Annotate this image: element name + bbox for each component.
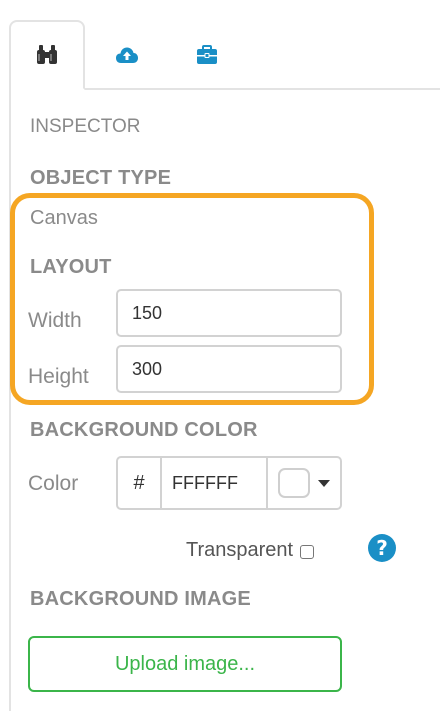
background-image-heading: BACKGROUND IMAGE [30,588,251,610]
object-type-heading: OBJECT TYPE [30,167,172,189]
background-color-heading: BACKGROUND COLOR [30,419,258,441]
transparent-checkbox[interactable] [300,544,315,559]
color-label: Color [28,472,79,495]
tab-toolbox[interactable] [170,20,244,90]
height-input[interactable] [116,345,342,393]
caret-down-icon [318,479,330,487]
inspector-title: INSPECTOR [30,116,141,137]
help-icon[interactable]: ? [368,534,396,562]
width-label: Width [28,309,82,332]
panel-left-border [9,88,11,711]
tab-strip [0,0,440,90]
transparent-row: Transparent [186,536,315,564]
color-swatch-dropdown[interactable] [266,456,342,510]
height-label: Height [28,365,89,388]
object-type-value: Canvas [30,207,98,229]
width-input[interactable] [116,289,342,337]
color-picker-group: # [116,456,342,510]
cloud-upload-icon [115,46,139,64]
briefcase-icon [196,45,218,65]
color-swatch [278,468,310,498]
tab-upload[interactable] [90,20,164,90]
inspector-panel: INSPECTOR OBJECT TYPE Canvas LAYOUT Widt… [0,0,440,711]
binoculars-icon [35,44,59,66]
tab-inspector[interactable] [9,20,85,90]
color-hex-input[interactable] [160,456,268,510]
hash-prefix: # [116,456,162,510]
transparent-label: Transparent [186,538,294,561]
upload-image-button[interactable]: Upload image... [28,636,342,692]
layout-heading: LAYOUT [30,256,112,278]
